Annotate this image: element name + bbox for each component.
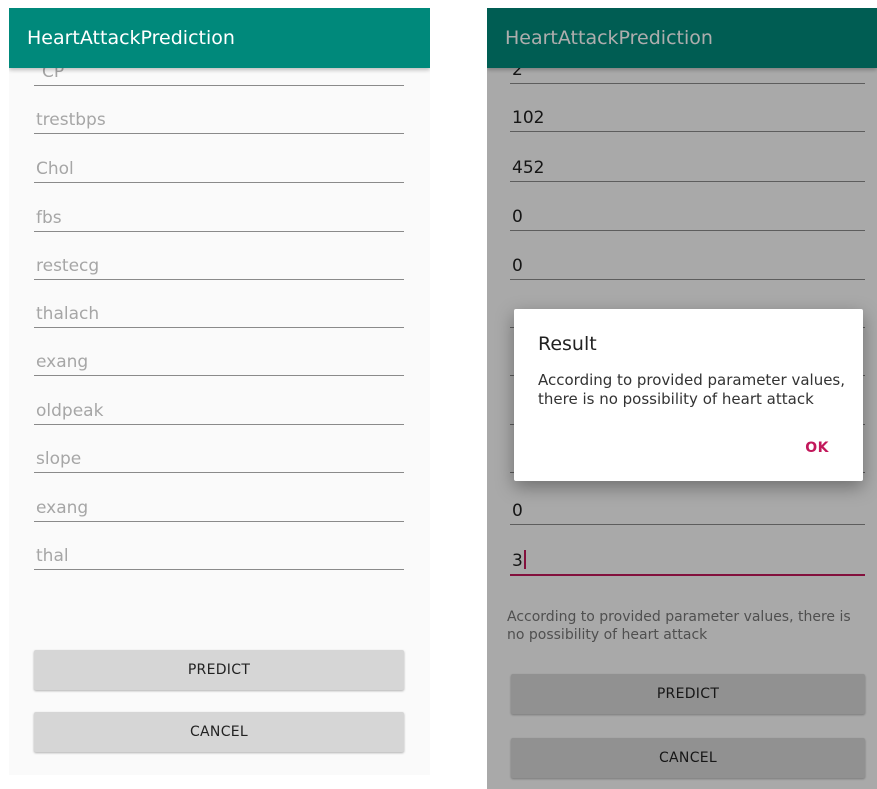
right-screen: HeartAttackPrediction 2 102 452 0 0 0 3 … xyxy=(487,8,877,789)
exang-2-input[interactable]: exang xyxy=(34,486,404,522)
exang-2-hint: exang xyxy=(36,498,89,518)
restecg-hint: restecg xyxy=(36,256,100,276)
chol-input[interactable]: Chol xyxy=(34,147,404,183)
dialog-ok-button[interactable]: OK xyxy=(805,440,829,456)
trestbps-input[interactable]: trestbps xyxy=(34,98,404,134)
thal-hint: thal xyxy=(36,546,69,566)
restecg-input[interactable]: restecg xyxy=(34,244,404,280)
slope-hint: slope xyxy=(36,449,82,469)
dialog-message: According to provided parameter values, … xyxy=(538,371,846,408)
fbs-hint: fbs xyxy=(36,208,62,228)
dialog-title: Result xyxy=(538,333,597,355)
chol-hint: Chol xyxy=(36,159,74,179)
fbs-input[interactable]: fbs xyxy=(34,196,404,232)
predict-label: PREDICT xyxy=(187,662,251,678)
oldpeak-input[interactable]: oldpeak xyxy=(34,389,404,425)
exang-input[interactable]: exang xyxy=(34,340,404,376)
predict-button[interactable]: PREDICT xyxy=(34,650,404,690)
slope-input[interactable]: slope xyxy=(34,437,404,473)
thal-input[interactable]: thal xyxy=(34,534,404,570)
cancel-label: CANCEL xyxy=(189,724,249,740)
app-bar: HeartAttackPrediction xyxy=(9,8,430,68)
thalach-hint: thalach xyxy=(36,304,100,324)
trestbps-hint: trestbps xyxy=(36,110,106,130)
oldpeak-hint: oldpeak xyxy=(36,401,104,421)
result-dialog: Result According to provided parameter v… xyxy=(514,309,863,481)
left-screen: HeartAttackPrediction CP trestbps Chol f… xyxy=(9,8,430,775)
app-title: HeartAttackPrediction xyxy=(27,27,235,49)
exang-hint: exang xyxy=(36,352,89,372)
thalach-input[interactable]: thalach xyxy=(34,292,404,328)
cancel-button[interactable]: CANCEL xyxy=(34,712,404,752)
